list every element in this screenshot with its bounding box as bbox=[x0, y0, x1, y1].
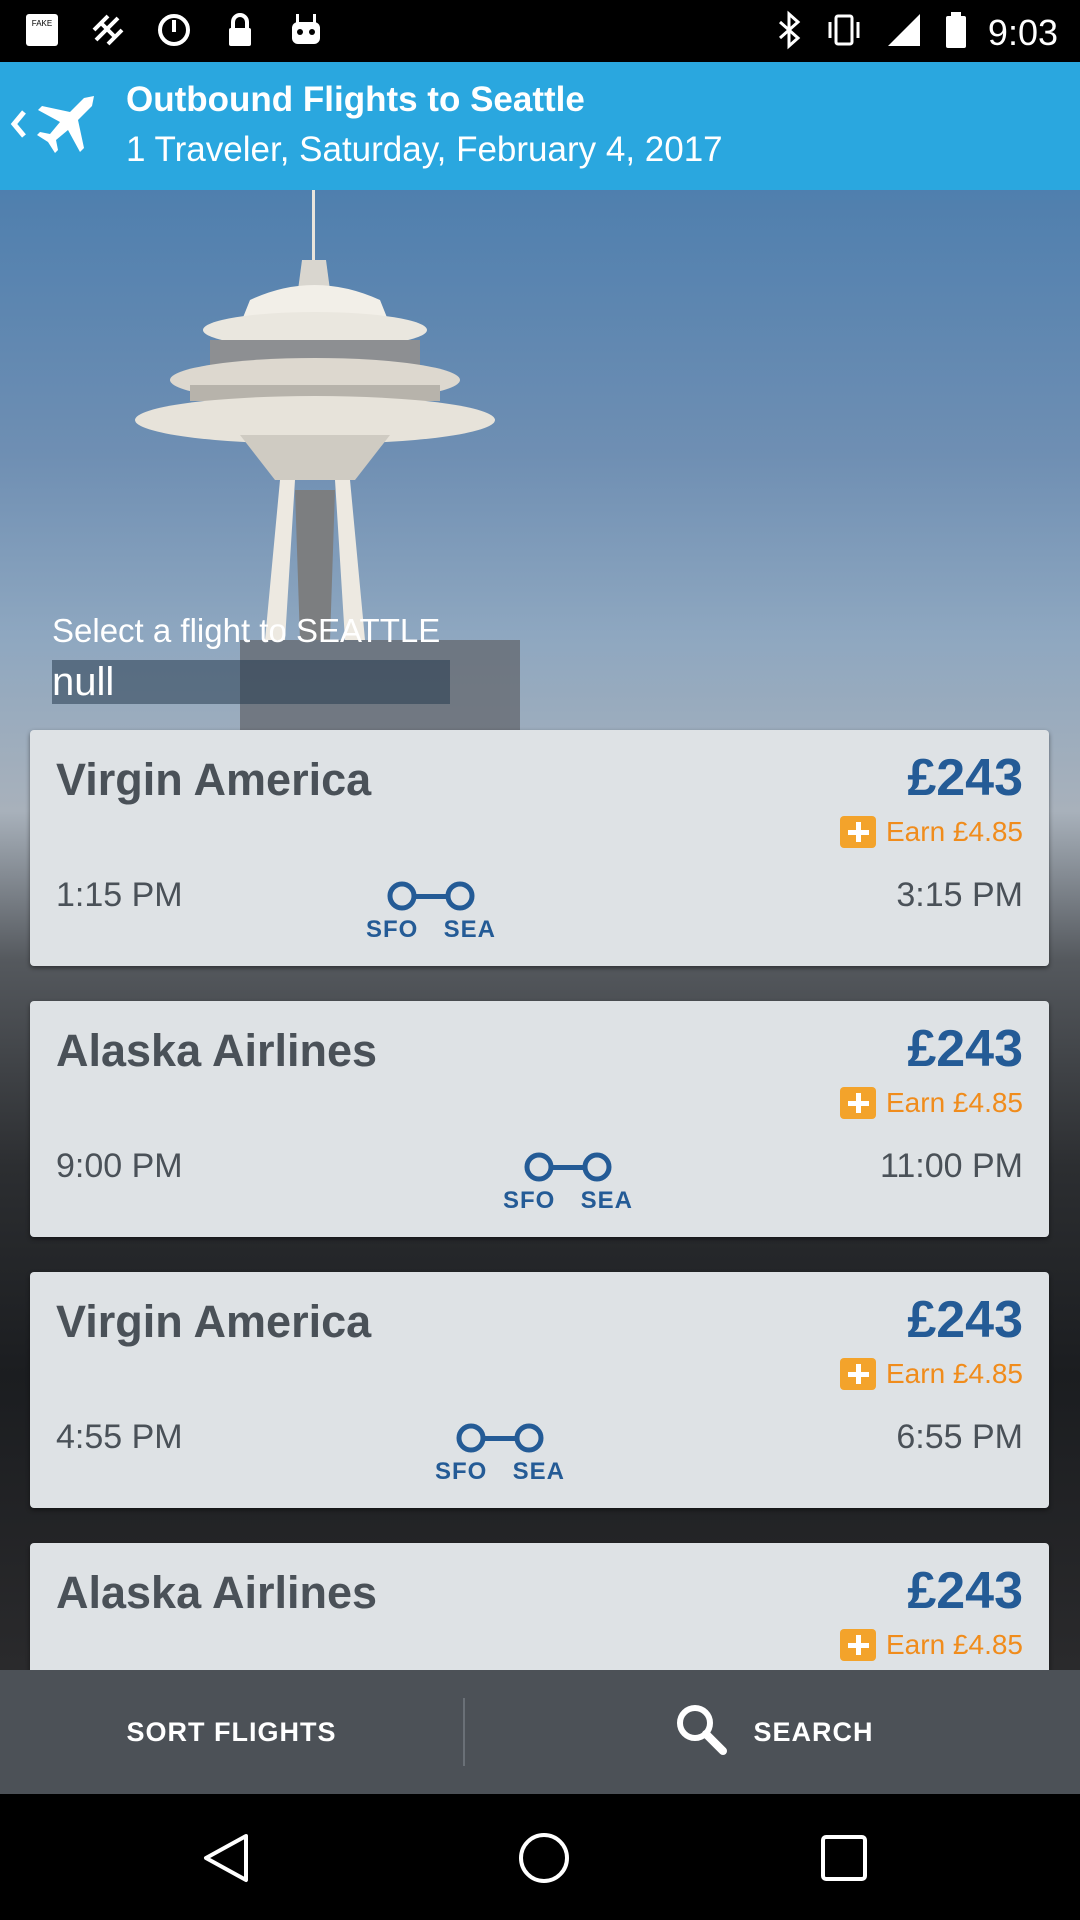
destination-code: SEA bbox=[580, 1187, 633, 1214]
route-icon bbox=[456, 1423, 544, 1453]
plus-icon bbox=[840, 1358, 876, 1390]
route-indicator: SFO SEA bbox=[503, 1151, 633, 1215]
fake-gps-icon: FAKE bbox=[22, 10, 62, 50]
airline-name: Virgin America bbox=[56, 754, 372, 805]
select-flight-heading: Select a flight to SEATTLE bbox=[52, 612, 441, 649]
status-icons-left: FAKE bbox=[22, 10, 326, 50]
arrival-time: 6:55 PM bbox=[896, 1418, 1023, 1456]
airline-name: Virgin America bbox=[56, 1296, 372, 1347]
earn-points: Earn £4.85 bbox=[840, 1629, 1023, 1661]
plus-icon bbox=[840, 1629, 876, 1661]
hero-sub-label: null bbox=[52, 660, 450, 704]
destination-code: SEA bbox=[512, 1458, 565, 1485]
status-icons-right: 9:03 bbox=[774, 10, 1058, 55]
departure-time: 1:15 PM bbox=[56, 876, 183, 914]
nav-back-icon[interactable] bbox=[198, 1830, 254, 1891]
alarm-icon bbox=[154, 10, 194, 50]
earn-points: Earn £4.85 bbox=[840, 1358, 1023, 1390]
system-nav-bar bbox=[0, 1794, 1080, 1920]
origin-code: SFO bbox=[366, 916, 419, 943]
destination-code: SEA bbox=[443, 916, 496, 943]
flight-card[interactable]: Alaska Airlines £243 Earn £4.85 9:00 PM … bbox=[30, 1001, 1049, 1237]
route-icon bbox=[524, 1152, 612, 1182]
nav-home-icon[interactable] bbox=[516, 1830, 572, 1891]
flight-price: £243 bbox=[907, 1291, 1023, 1349]
app-header: Outbound Flights to Seattle 1 Traveler, … bbox=[0, 62, 1080, 190]
arrival-time: 11:00 PM bbox=[879, 1147, 1023, 1185]
signal-icon bbox=[884, 10, 924, 55]
sort-flights-button[interactable]: SORT FLIGHTS bbox=[0, 1670, 463, 1794]
flight-price: £243 bbox=[907, 1562, 1023, 1620]
earn-label: Earn £4.85 bbox=[886, 816, 1023, 847]
svg-text:FAKE: FAKE bbox=[32, 19, 52, 28]
lock-icon bbox=[220, 10, 260, 50]
arrival-time: 3:15 PM bbox=[896, 876, 1023, 914]
bottom-action-bar: SORT FLIGHTS SEARCH bbox=[0, 1670, 1080, 1794]
flight-price: £243 bbox=[907, 1020, 1023, 1078]
back-button[interactable] bbox=[6, 86, 116, 166]
plus-icon bbox=[840, 1087, 876, 1119]
earn-label: Earn £4.85 bbox=[886, 1629, 1023, 1660]
earn-points: Earn £4.85 bbox=[840, 1087, 1023, 1119]
earn-label: Earn £4.85 bbox=[886, 1358, 1023, 1389]
departure-time: 4:55 PM bbox=[56, 1418, 183, 1456]
earn-points: Earn £4.85 bbox=[840, 816, 1023, 848]
earn-label: Earn £4.85 bbox=[886, 1087, 1023, 1118]
plus-icon bbox=[840, 816, 876, 848]
airline-name: Alaska Airlines bbox=[56, 1025, 377, 1076]
route-icon bbox=[387, 881, 475, 911]
status-time: 9:03 bbox=[987, 11, 1058, 53]
status-bar: FAKE 9:03 bbox=[0, 0, 1080, 62]
page-title: Outbound Flights to Seattle bbox=[126, 80, 585, 119]
route-indicator: SFO SEA bbox=[435, 1422, 565, 1486]
search-button[interactable]: SEARCH bbox=[465, 1670, 1080, 1794]
airplane-icon bbox=[30, 88, 102, 165]
origin-code: SFO bbox=[503, 1187, 556, 1214]
search-label: SEARCH bbox=[753, 1716, 874, 1747]
page-subtitle: 1 Traveler, Saturday, February 4, 2017 bbox=[126, 130, 723, 169]
departure-time: 9:00 PM bbox=[56, 1147, 183, 1185]
satellite-icon bbox=[88, 10, 128, 50]
robot-icon bbox=[286, 10, 326, 50]
search-icon bbox=[671, 1701, 731, 1764]
flight-card[interactable]: Virgin America £243 Earn £4.85 4:55 PM S… bbox=[30, 1272, 1049, 1508]
chevron-left-icon bbox=[6, 104, 30, 149]
route-indicator: SFO SEA bbox=[366, 880, 496, 944]
vibrate-icon bbox=[824, 10, 864, 55]
airline-name: Alaska Airlines bbox=[56, 1567, 377, 1618]
flight-price: £243 bbox=[907, 749, 1023, 807]
battery-icon bbox=[944, 10, 968, 55]
origin-code: SFO bbox=[435, 1458, 488, 1485]
bluetooth-icon bbox=[774, 10, 804, 55]
nav-recents-icon[interactable] bbox=[816, 1830, 872, 1891]
flight-card[interactable]: Virgin America £243 Earn £4.85 1:15 PM S… bbox=[30, 730, 1049, 966]
